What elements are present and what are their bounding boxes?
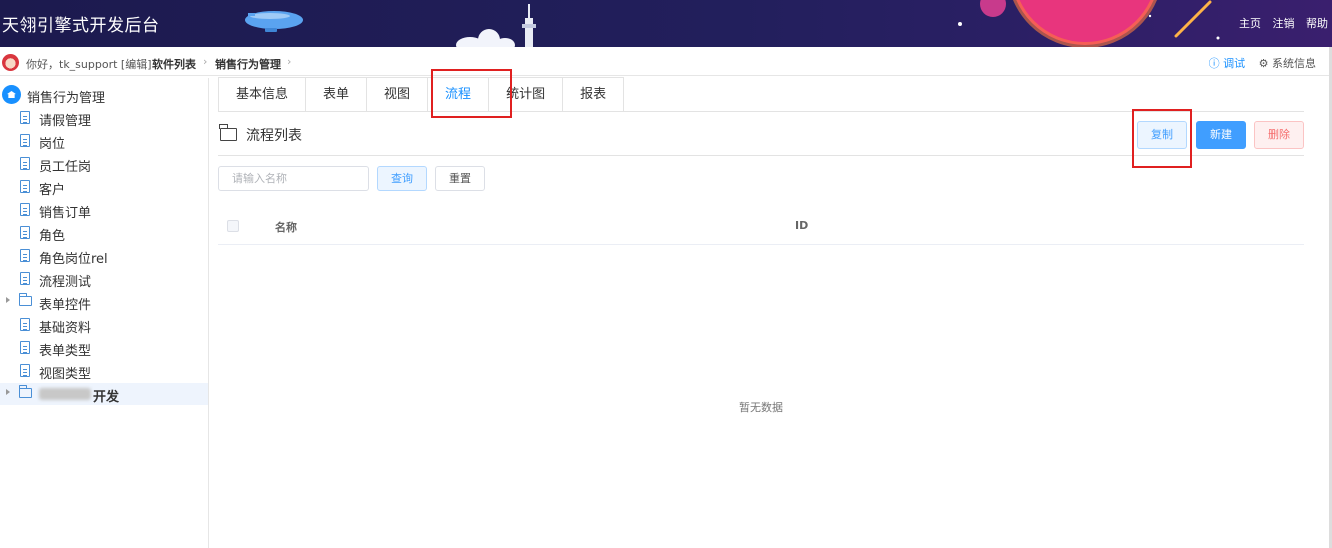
document-icon: [20, 364, 30, 377]
tower-icon: [522, 4, 536, 47]
table-header: 名称 ID: [218, 207, 1304, 245]
breadcrumb-current[interactable]: 销售行为管理: [215, 56, 281, 72]
new-button[interactable]: 新建: [1196, 121, 1246, 149]
help-link[interactable]: 帮助: [1306, 17, 1328, 30]
planet-small-icon: [980, 0, 1006, 17]
info-icon: ⓘ: [1208, 57, 1220, 70]
tree-item-label: 角色: [39, 229, 66, 244]
query-button[interactable]: 查询: [377, 166, 427, 191]
avatar: [2, 54, 19, 71]
tree-item[interactable]: 客户: [0, 176, 208, 198]
logout-link[interactable]: 注销: [1273, 17, 1295, 30]
tree-item-label: 请假管理: [39, 114, 92, 129]
home-icon: [2, 85, 21, 104]
breadcrumb-bar: 你好，tk_support [编辑] 软件列表 › 销售行为管理 › ⓘ 调试 …: [0, 47, 1332, 76]
reset-button[interactable]: 重置: [435, 166, 485, 191]
document-icon: [20, 318, 30, 331]
document-icon: [20, 249, 30, 262]
tree-item[interactable]: 流程测试: [0, 268, 208, 290]
tree-folder[interactable]: 表单控件: [0, 291, 208, 313]
select-all-checkbox[interactable]: [227, 220, 239, 232]
document-icon: [20, 157, 30, 170]
home-link[interactable]: 主页: [1239, 17, 1261, 30]
document-icon: [20, 180, 30, 193]
column-header-name[interactable]: 名称: [275, 219, 297, 235]
highlight-box: [431, 69, 512, 118]
tree-item-label: 基础资料: [39, 321, 92, 336]
tree-folder-selected[interactable]: 开发: [0, 383, 208, 405]
gear-icon: ⚙: [1258, 57, 1269, 70]
folder-icon: [219, 124, 237, 141]
tree-item[interactable]: 销售订单: [0, 199, 208, 221]
tab-basic-info[interactable]: 基本信息: [219, 78, 307, 111]
tree-item[interactable]: 角色岗位rel: [0, 245, 208, 267]
document-icon: [20, 134, 30, 147]
tree-item-label: 角色岗位rel: [39, 252, 108, 267]
breadcrumb-software-list[interactable]: 软件列表: [152, 56, 196, 72]
document-icon: [20, 272, 30, 285]
tab-form[interactable]: 表单: [306, 78, 368, 111]
tree-item-label: 视图类型: [39, 367, 92, 382]
system-info-label: 系统信息: [1272, 57, 1316, 70]
cloud-icon: [456, 29, 515, 47]
tree-item[interactable]: 员工任岗: [0, 153, 208, 175]
designer-tabs: 基本信息 表单 视图 流程 统计图 报表: [218, 77, 625, 111]
search-input[interactable]: [218, 166, 369, 191]
delete-button[interactable]: 删除: [1254, 121, 1304, 149]
tree-item-label: 表单类型: [39, 344, 92, 359]
debug-link[interactable]: ⓘ 调试: [1209, 57, 1246, 70]
document-icon: [20, 203, 30, 216]
subbar-actions: ⓘ 调试 ⚙ 系统信息: [1209, 55, 1316, 71]
tab-view[interactable]: 视图: [367, 78, 429, 111]
tree-item[interactable]: 表单类型: [0, 337, 208, 359]
chevron-right-icon: ›: [203, 55, 208, 68]
tree-item-label: 流程测试: [39, 275, 92, 290]
tree-item-label: 销售订单: [39, 206, 92, 221]
redacted-text: [39, 388, 91, 400]
document-icon: [20, 111, 30, 124]
folder-icon: [19, 385, 32, 398]
tree-item-label: 开发: [93, 390, 120, 405]
column-header-id[interactable]: ID: [795, 219, 808, 232]
tab-report[interactable]: 报表: [563, 78, 623, 111]
folder-icon: [19, 293, 32, 306]
debug-label: 调试: [1223, 57, 1246, 70]
airship-icon: [245, 11, 303, 32]
tree-item-label: 表单控件: [39, 298, 92, 313]
tree-item[interactable]: 岗位: [0, 130, 208, 152]
tree-item-label: 员工任岗: [39, 160, 92, 175]
system-info-link[interactable]: ⚙ 系统信息: [1259, 57, 1316, 70]
top-header: 天翎引擎式开发后台 主页 注销 帮助: [0, 0, 1332, 47]
list-title: 流程列表: [246, 128, 302, 144]
document-icon: [20, 226, 30, 239]
tree-item[interactable]: 请假管理: [0, 107, 208, 129]
tree-item-label: 岗位: [39, 137, 66, 152]
tree-item[interactable]: 视图类型: [0, 360, 208, 382]
document-icon: [20, 341, 30, 354]
tree-root[interactable]: 销售行为管理: [2, 85, 207, 106]
chevron-right-icon: ›: [287, 55, 292, 68]
comet-icon: [1174, 0, 1212, 38]
greeting-text[interactable]: 你好，tk_support [编辑]: [26, 56, 152, 72]
tree-root-label: 销售行为管理: [27, 91, 106, 106]
tree-item[interactable]: 角色: [0, 222, 208, 244]
highlight-box: [1132, 109, 1192, 168]
empty-state: 暂无数据: [739, 401, 783, 414]
sidebar-tree: 销售行为管理 请假管理 岗位 员工任岗 客户 销售订单 角色 角色岗位rel 流…: [0, 78, 209, 548]
header-links: 主页 注销 帮助: [1231, 15, 1328, 31]
expand-caret-icon[interactable]: [6, 297, 10, 303]
tree-item-label: 客户: [39, 183, 66, 198]
header-illustration: [245, 0, 1220, 47]
expand-caret-icon[interactable]: [6, 389, 10, 395]
tree-item[interactable]: 基础资料: [0, 314, 208, 336]
